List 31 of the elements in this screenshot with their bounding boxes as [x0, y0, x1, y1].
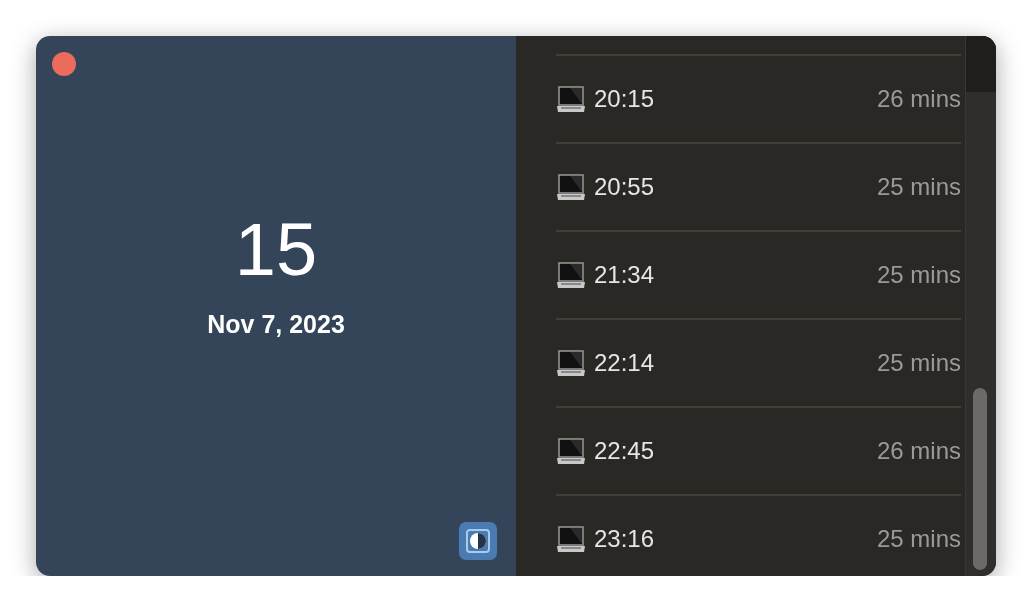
session-duration: 26 mins	[876, 85, 961, 113]
session-row[interactable]: 20:55 25 mins	[556, 142, 961, 230]
session-time: 22:14	[594, 349, 656, 377]
session-duration: 25 mins	[876, 349, 961, 377]
laptop-icon	[556, 85, 586, 113]
session-duration: 25 mins	[876, 261, 961, 289]
session-row[interactable]: 22:45 26 mins	[556, 406, 961, 494]
session-time: 23:16	[594, 525, 656, 553]
laptop-icon	[556, 437, 586, 465]
session-row[interactable]: 20:15 26 mins	[556, 54, 961, 142]
session-count: 15	[234, 210, 318, 290]
contrast-icon	[465, 528, 491, 554]
laptop-icon	[556, 349, 586, 377]
laptop-icon	[556, 525, 586, 553]
theme-toggle-button[interactable]	[459, 522, 497, 560]
session-time: 20:15	[594, 85, 656, 113]
date-label: Nov 7, 2023	[207, 310, 345, 339]
session-row[interactable]: 23:16 25 mins	[556, 494, 961, 576]
scrollbar-thumb[interactable]	[973, 388, 987, 570]
session-duration: 25 mins	[876, 173, 961, 201]
session-row[interactable]: 22:14 25 mins	[556, 318, 961, 406]
session-row[interactable]: 21:34 25 mins	[556, 230, 961, 318]
scrollbar[interactable]	[965, 36, 996, 576]
session-time: 21:34	[594, 261, 656, 289]
close-button[interactable]	[52, 52, 76, 76]
session-duration: 26 mins	[876, 437, 961, 465]
session-time: 20:55	[594, 173, 656, 201]
laptop-icon	[556, 261, 586, 289]
laptop-icon	[556, 173, 586, 201]
session-time: 22:45	[594, 437, 656, 465]
session-duration: 25 mins	[876, 525, 961, 553]
